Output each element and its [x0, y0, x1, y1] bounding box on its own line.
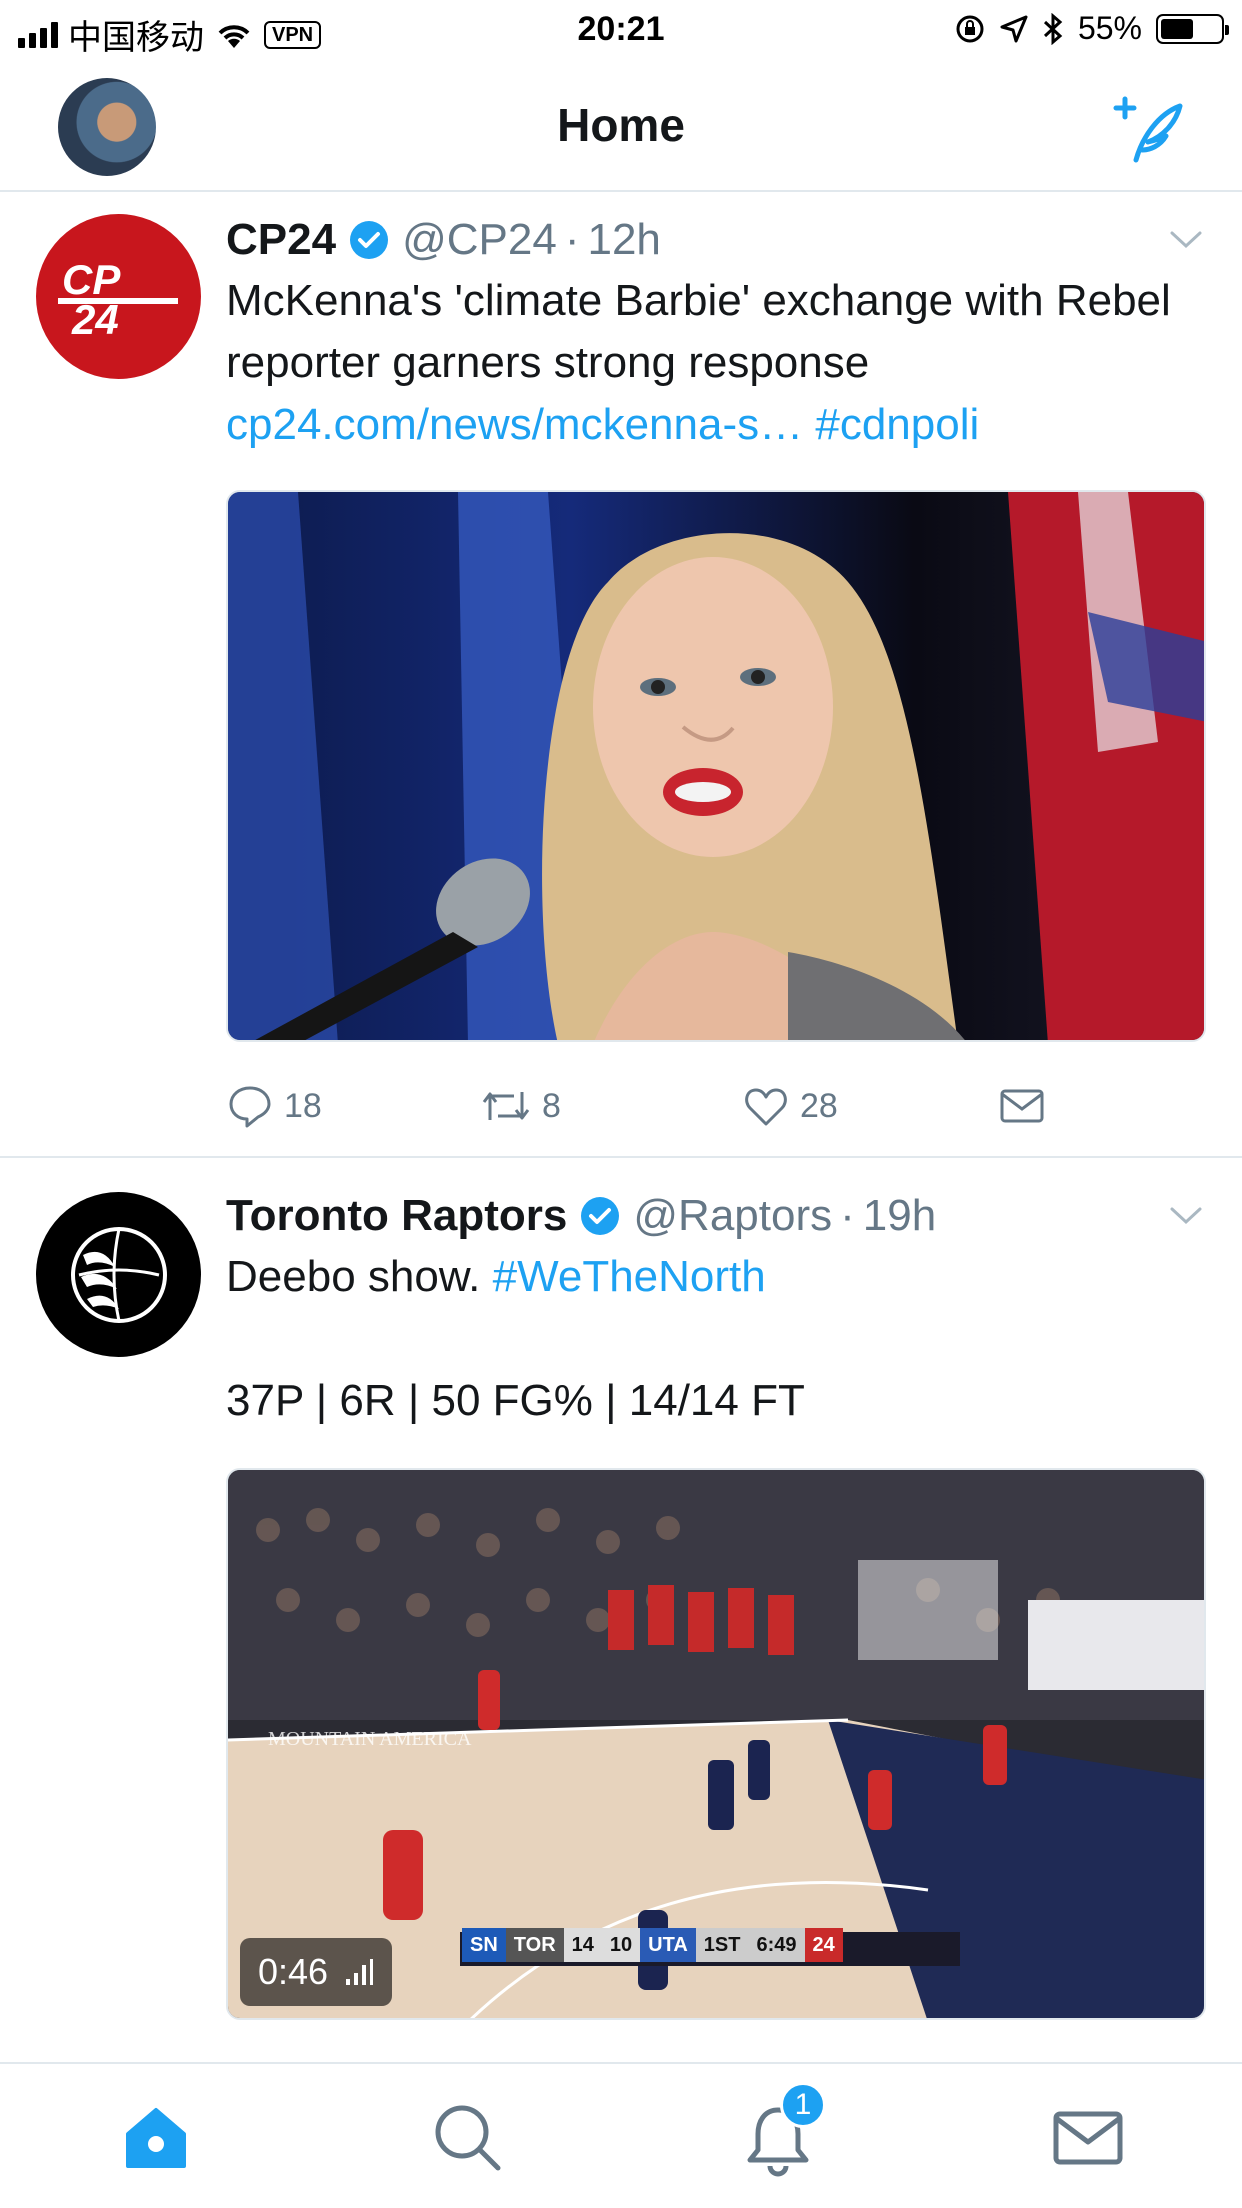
cp24-avatar[interactable]: CP 24 [36, 214, 201, 379]
scorebug: SN TOR 14 10 UTA 1ST 6:49 24 [462, 1928, 843, 1962]
reply-count: 18 [284, 1086, 322, 1125]
direct-message-button[interactable] [998, 1082, 1046, 1130]
scorebug-score2: 10 [601, 1928, 641, 1962]
retweet-button[interactable]: 8 [480, 1082, 561, 1130]
author-name[interactable]: Toronto Raptors [226, 1191, 567, 1241]
tweet-text: Deebo show. #WeTheNorth [226, 1246, 1206, 1308]
tweet-text-content: McKenna's 'climate Barbie' exchange with… [226, 276, 1171, 387]
author-handle[interactable]: @Raptors [633, 1191, 832, 1241]
video-duration: 0:46 [258, 1951, 329, 1992]
chevron-down-icon[interactable] [1166, 224, 1206, 254]
status-right: 55% [954, 10, 1229, 47]
tweet-text: McKenna's 'climate Barbie' exchange with… [226, 270, 1206, 456]
hashtag-link[interactable]: #cdnpoli [815, 400, 979, 449]
location-icon [1000, 15, 1028, 42]
compose-tweet-icon[interactable] [1106, 88, 1186, 168]
tweet-video[interactable]: MOUNTAIN AMERICA SN TOR 14 10 UTA 1ST 6:… [226, 1468, 1206, 2020]
scorebug-shot-clock: 24 [804, 1928, 843, 1962]
retweet-count: 8 [542, 1086, 561, 1125]
tweet-header: CP24 @CP24 · 12h [226, 210, 1206, 270]
author-handle[interactable]: @CP24 [402, 215, 557, 265]
raptors-logo [70, 1226, 167, 1323]
reply-icon [229, 1086, 271, 1128]
reply-button[interactable]: 18 [226, 1082, 322, 1130]
mail-icon [1000, 1089, 1044, 1123]
scorebug-team2: UTA [640, 1928, 696, 1962]
orientation-lock-icon [956, 15, 984, 42]
bluetooth-icon [1043, 12, 1063, 45]
heart-icon [745, 1088, 787, 1126]
tweet-time: 19h [862, 1191, 937, 1240]
status-bar: 中国移动 VPN 20:21 55% [0, 0, 1242, 64]
notification-badge: 1 [780, 2082, 826, 2128]
scorebug-network: SN [462, 1928, 506, 1962]
tweet-text-content: Deebo show. [226, 1252, 481, 1301]
tweet-stats: 37P | 6R | 50 FG% | 14/14 FT [226, 1376, 805, 1425]
author-name[interactable]: CP24 [226, 215, 336, 265]
tweet-time: 12h [587, 215, 661, 264]
retweet-icon [482, 1092, 530, 1120]
separator-dot: · [840, 1191, 855, 1240]
court-text: MOUNTAIN AMERICA [268, 1728, 472, 1750]
scorebug-period: 1ST [695, 1928, 749, 1962]
tweet-photo [228, 492, 1204, 1040]
chevron-down-icon[interactable] [1166, 1200, 1206, 1230]
video-duration-badge: 0:46 [240, 1938, 393, 2006]
battery-percent: 55% [1077, 10, 1142, 46]
battery-icon [1156, 13, 1229, 44]
separator-dot: · [564, 215, 580, 264]
tweet-link[interactable]: cp24.com/news/mckenna-s… [226, 400, 803, 449]
verified-badge-icon [350, 221, 389, 259]
tab-home-icon[interactable] [116, 2098, 196, 2178]
hashtag-link[interactable]: #WeTheNorth [493, 1252, 766, 1301]
tweet-raptors[interactable]: Toronto Raptors @Raptors · 19h Deebo sho… [0, 1158, 1242, 2058]
scorebug-clock: 6:49 [748, 1928, 805, 1962]
verified-badge-icon [581, 1197, 620, 1235]
raptors-avatar[interactable] [36, 1192, 201, 1357]
tab-bar: 1 [0, 2062, 1242, 2208]
like-count: 28 [800, 1086, 838, 1125]
cp24-logo: CP 24 [57, 256, 178, 342]
page-title: Home [557, 99, 685, 151]
scorebug-score1: 14 [563, 1928, 602, 1962]
tweet-actions: 18 8 28 [226, 1076, 1066, 1136]
tab-notifications[interactable]: 1 [738, 2082, 826, 2178]
tab-search-icon[interactable] [428, 2098, 508, 2178]
nav-header: Home [0, 64, 1242, 192]
volume-bars-icon [346, 1959, 374, 1985]
like-button[interactable]: 28 [742, 1082, 838, 1130]
tweet-image[interactable] [226, 490, 1206, 1042]
tweet-cp24[interactable]: CP 24 CP24 @CP24 · 12h McKenna's 'climat… [0, 194, 1242, 1156]
tweet-header: Toronto Raptors @Raptors · 19h [226, 1186, 1206, 1246]
scorebug-team1: TOR [505, 1928, 564, 1962]
tab-messages-icon[interactable] [1048, 2098, 1128, 2178]
